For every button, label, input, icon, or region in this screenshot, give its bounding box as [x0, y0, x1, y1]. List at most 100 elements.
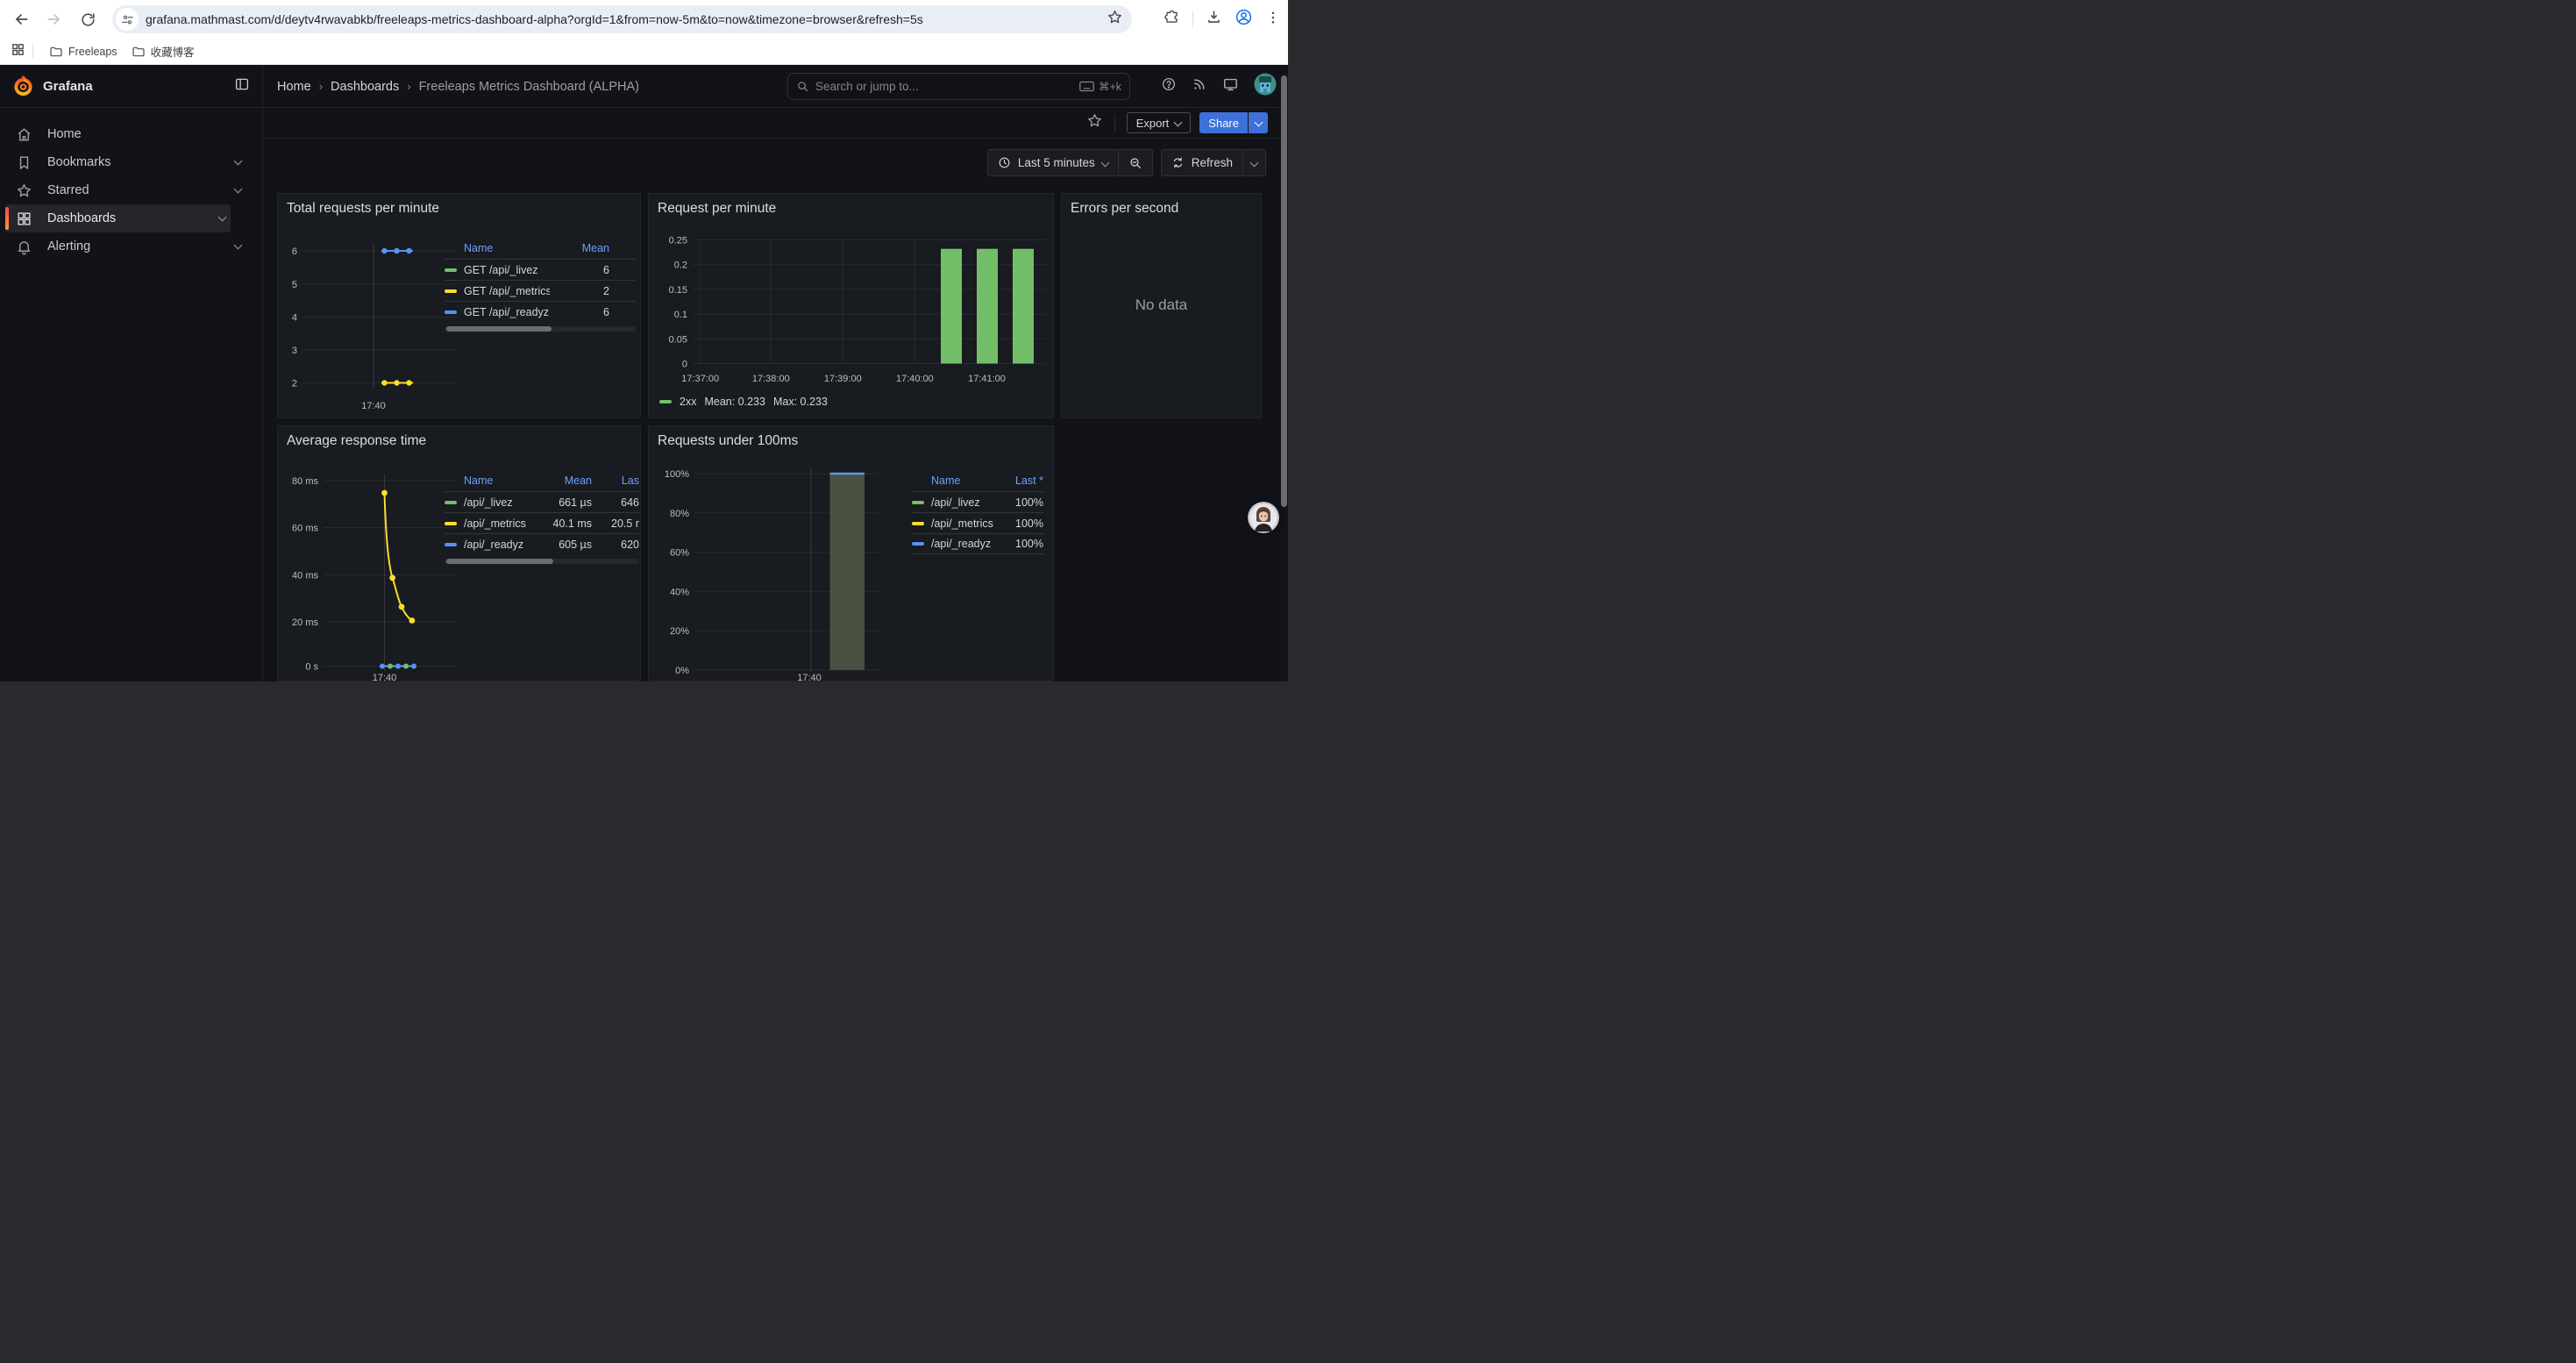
news-rss-icon[interactable] [1192, 76, 1207, 96]
zoom-out-button[interactable] [1119, 150, 1152, 175]
legend-row[interactable]: /api/_readyz 100% [912, 533, 1043, 554]
series-livez-readyz-baseline [380, 664, 416, 669]
legend-row[interactable]: /api/_metrics 100% [912, 512, 1043, 533]
brand-name: Grafana [43, 79, 93, 94]
chevron-down-icon[interactable] [218, 212, 227, 221]
bookmark-label: 收藏博客 [151, 43, 195, 60]
time-controls: Last 5 minutes Refresh [263, 139, 1288, 187]
svg-text:0%: 0% [675, 666, 689, 676]
svg-text:80 ms: 80 ms [292, 476, 318, 487]
breadcrumb-separator: › [319, 80, 323, 93]
legend-col-name[interactable]: Name [445, 242, 550, 254]
svg-text:0.15: 0.15 [669, 285, 687, 296]
reload-icon[interactable] [75, 7, 100, 32]
user-avatar[interactable] [1254, 73, 1277, 100]
forward-icon[interactable] [42, 7, 67, 32]
bar-chart[interactable]: 100% 80% 60% 40% 20% 0% 17:40 [654, 458, 882, 682]
legend-col-name[interactable]: Name [445, 475, 527, 487]
legend-row[interactable]: GET /api/_livez 6 [445, 259, 636, 280]
svg-text:0: 0 [682, 360, 687, 370]
bar-chart[interactable]: 0.25 0.2 0.15 0.1 0.05 0 17:37:00 17:38:… [654, 224, 1050, 390]
panel-title[interactable]: Request per minute [649, 194, 1053, 217]
monitor-icon[interactable] [1222, 76, 1239, 97]
grafana-logo-icon[interactable] [12, 75, 34, 97]
series-swatch [912, 522, 924, 525]
svg-text:17:41:00: 17:41:00 [968, 374, 1006, 384]
toolbar-divider [1114, 114, 1115, 132]
panel-title[interactable]: Errors per second [1062, 194, 1261, 217]
chevron-down-icon[interactable] [234, 240, 243, 249]
panel-title[interactable]: Requests under 100ms [649, 426, 1053, 449]
legend-row[interactable]: /api/_livez 100% [912, 491, 1043, 512]
time-range-picker[interactable]: Last 5 minutes [988, 150, 1118, 175]
legend-row[interactable]: GET /api/_metrics 2 [445, 280, 636, 301]
sidebar-item-bookmarks[interactable]: Bookmarks [5, 148, 246, 176]
download-icon[interactable] [1206, 9, 1222, 30]
share-button[interactable]: Share [1199, 112, 1248, 133]
legend-scrollbar[interactable] [445, 326, 636, 332]
legend-col-name[interactable]: Name [912, 475, 994, 487]
legend-row[interactable]: /api/_livez 661 µs 646 [445, 491, 639, 512]
time-series-chart[interactable]: 80 ms 60 ms 40 ms 20 ms 0 s 17:40 [283, 458, 459, 682]
grafana-app: Grafana Home › Dashboards › Freeleaps Me… [0, 65, 1288, 682]
bookmarks-divider [32, 45, 33, 59]
chevron-down-icon[interactable] [234, 156, 243, 165]
export-button[interactable]: Export [1127, 112, 1192, 133]
svg-text:0.05: 0.05 [669, 334, 687, 345]
grafana-header: Grafana Home › Dashboards › Freeleaps Me… [0, 65, 1288, 108]
chevron-down-icon [1250, 159, 1259, 168]
breadcrumb-dashboards[interactable]: Dashboards [331, 80, 399, 94]
help-icon[interactable] [1161, 76, 1177, 96]
folder-icon [132, 45, 146, 59]
bookmark-folder-freeleaps[interactable]: Freeleaps [42, 42, 125, 61]
sidebar-item-starred[interactable]: Starred [5, 176, 246, 204]
sidebar-item-label: Home [47, 127, 246, 141]
stacked-percent-bar [830, 474, 865, 670]
panel-title[interactable]: Average response time [278, 426, 640, 449]
svg-text:60%: 60% [670, 548, 689, 559]
browser-menu-icon[interactable] [1265, 10, 1281, 30]
profile-icon[interactable] [1235, 8, 1253, 31]
favorite-star-icon[interactable] [1086, 112, 1103, 133]
panel-title[interactable]: Total requests per minute [278, 194, 640, 217]
legend-table: Name Last * /api/_livez 100% /api/_metri… [912, 470, 1043, 554]
grid-icon [16, 211, 32, 227]
bookmark-star-icon[interactable] [1107, 9, 1123, 30]
extensions-icon[interactable] [1163, 9, 1180, 30]
series-swatch [912, 501, 924, 504]
address-bar[interactable]: grafana.mathmast.com/d/deytv4rwavabkb/fr… [112, 5, 1132, 33]
bookmark-folder-blogs[interactable]: 收藏博客 [125, 40, 202, 62]
sidebar-item-alerting[interactable]: Alerting [5, 232, 246, 260]
chevron-down-icon[interactable] [234, 184, 243, 193]
apps-grid-icon[interactable] [11, 42, 25, 61]
url-text[interactable]: grafana.mathmast.com/d/deytv4rwavabkb/fr… [146, 12, 1107, 26]
search-input[interactable]: Search or jump to... ⌘+k [787, 73, 1130, 100]
time-range-group: Last 5 minutes [987, 149, 1153, 176]
time-series-chart[interactable]: 6 5 4 3 2 17:40 [283, 225, 459, 413]
legend-col-last[interactable]: Last * [994, 475, 1043, 487]
legend-col-mean[interactable]: Mean [527, 475, 592, 487]
share-menu-button[interactable] [1249, 112, 1268, 133]
legend-row[interactable]: GET /api/_readyz 6 [445, 301, 636, 322]
floating-avatar[interactable] [1248, 502, 1279, 533]
sidebar-toggle-icon[interactable] [234, 76, 250, 96]
sidebar-item-home[interactable]: Home [5, 120, 246, 148]
legend-row[interactable]: /api/_readyz 605 µs 620 [445, 533, 639, 554]
sidebar-item-dashboards[interactable]: Dashboards [5, 204, 231, 232]
legend-col-last[interactable]: Las [592, 475, 639, 487]
back-icon[interactable] [9, 7, 33, 32]
legend-row[interactable]: /api/_metrics 40.1 ms 20.5 r [445, 512, 639, 533]
page-scrollbar[interactable] [1281, 75, 1287, 507]
site-info-icon[interactable] [116, 8, 139, 31]
legend-col-mean[interactable]: Mean [550, 242, 636, 254]
breadcrumb-home[interactable]: Home [277, 80, 311, 94]
refresh-interval-button[interactable] [1243, 150, 1265, 175]
legend-series-name[interactable]: 2xx [680, 396, 696, 408]
legend-scrollbar[interactable] [445, 559, 639, 564]
panel-requests-under-100ms: Requests under 100ms 100% 80% 60% 40% 20… [648, 425, 1054, 682]
star-icon [16, 182, 32, 199]
svg-text:17:38:00: 17:38:00 [752, 374, 790, 384]
svg-text:100%: 100% [665, 469, 689, 480]
dashboard-toolbar: Export Share [263, 108, 1288, 139]
refresh-button[interactable]: Refresh [1162, 150, 1242, 175]
